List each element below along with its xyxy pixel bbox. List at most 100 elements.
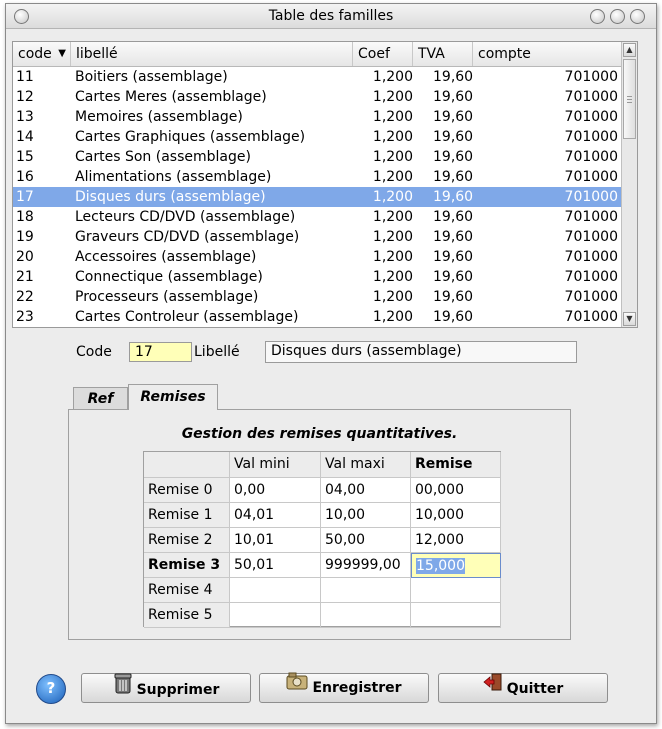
row-coef: 1,200 <box>372 149 413 165</box>
row-coef: 1,200 <box>372 249 413 265</box>
remise-edit-field[interactable]: 15,000 <box>411 553 501 578</box>
remise-row-label: Remise 2 <box>144 528 230 553</box>
table-row[interactable]: 18 Lecteurs CD/DVD (assemblage) 1,200 19,60… <box>13 207 621 227</box>
row-coef: 1,200 <box>372 229 413 245</box>
grid-column-header: Val maxi <box>321 452 411 478</box>
val-mini-cell[interactable]: 0,00 <box>230 478 321 503</box>
val-mini-cell[interactable]: 50,01 <box>230 553 321 578</box>
row-tva: 19,60 <box>433 269 474 285</box>
row-coef: 1,200 <box>372 89 413 105</box>
row-code: 12 <box>16 89 34 105</box>
row-libelle: Cartes Controleur (assemblage) <box>75 309 299 325</box>
row-code: 11 <box>16 69 34 85</box>
table-row[interactable]: 17 Disques durs (assemblage) 1,200 19,60 701… <box>13 187 621 207</box>
row-libelle: Lecteurs CD/DVD (assemblage) <box>75 209 296 225</box>
val-mini-cell[interactable] <box>230 578 321 603</box>
row-libelle: Boitiers (assemblage) <box>75 69 228 85</box>
row-tva: 19,60 <box>433 189 474 205</box>
enregistrer-label: Enregistrer <box>312 680 402 696</box>
supprimer-button[interactable]: Supprimer <box>81 673 251 703</box>
scroll-down-arrow-icon[interactable]: ▼ <box>623 312 636 326</box>
row-code: 14 <box>16 129 34 145</box>
remise-row-label: Remise 1 <box>144 503 230 528</box>
val-mini-cell[interactable]: 04,01 <box>230 503 321 528</box>
remise-row-label: Remise 4 <box>144 578 230 603</box>
table-row[interactable]: 21 Connectique (assemblage) 1,200 19,60 7010… <box>13 267 621 287</box>
minimize-button[interactable] <box>590 9 605 24</box>
table-row[interactable]: 12 Cartes Meres (assemblage) 1,200 19,60 701… <box>13 87 621 107</box>
val-mini-cell[interactable] <box>230 603 321 628</box>
val-maxi-cell[interactable]: 999999,00 <box>321 553 411 578</box>
table-row[interactable]: 23 Cartes Controleur (assemblage) 1,200 19,… <box>13 307 621 327</box>
row-compte: 701000 <box>564 89 618 105</box>
remise-cell[interactable]: 10,000 <box>411 503 501 528</box>
row-libelle: Connectique (assemblage) <box>75 269 263 285</box>
row-tva: 19,60 <box>433 249 474 265</box>
table-row[interactable]: 13 Memoires (assemblage) 1,200 19,60 701000 <box>13 107 621 127</box>
close-button[interactable] <box>630 9 645 24</box>
list-scrollbar[interactable]: ▲ ▼ <box>621 42 637 327</box>
column-header-compte[interactable]: compte <box>473 42 621 66</box>
row-coef: 1,200 <box>372 289 413 305</box>
row-compte: 701000 <box>564 289 618 305</box>
maximize-button[interactable] <box>610 9 625 24</box>
row-code: 18 <box>16 209 34 225</box>
val-maxi-cell[interactable]: 04,00 <box>321 478 411 503</box>
column-header-coef[interactable]: Coef <box>353 42 413 66</box>
val-mini-cell[interactable]: 10,01 <box>230 528 321 553</box>
row-coef: 1,200 <box>372 109 413 125</box>
row-coef: 1,200 <box>372 129 413 145</box>
table-row[interactable]: 16 Alimentations (assemblage) 1,200 19,60 70… <box>13 167 621 187</box>
row-code: 20 <box>16 249 34 265</box>
row-tva: 19,60 <box>433 229 474 245</box>
val-maxi-cell[interactable]: 50,00 <box>321 528 411 553</box>
code-field[interactable]: 17 <box>129 342 192 362</box>
row-compte: 701000 <box>564 309 618 325</box>
remises-heading: Gestion des remises quantitatives. <box>181 426 458 442</box>
window-title: Table des familles <box>268 8 394 24</box>
column-header-libelle[interactable]: libellé <box>71 42 353 66</box>
remise-cell[interactable]: 00,000 <box>411 478 501 503</box>
row-libelle: Accessoires (assemblage) <box>75 249 257 265</box>
family-list[interactable]: code ▼ libellé Coef TVA compte 11 Boitier… <box>12 41 638 328</box>
column-header-tva[interactable]: TVA <box>413 42 473 66</box>
val-maxi-cell[interactable]: 10,00 <box>321 503 411 528</box>
row-libelle: Alimentations (assemblage) <box>75 169 272 185</box>
scroll-up-arrow-icon[interactable]: ▲ <box>623 43 636 57</box>
row-libelle: Cartes Graphiques (assemblage) <box>75 129 306 145</box>
row-coef: 1,200 <box>372 69 413 85</box>
val-maxi-cell[interactable] <box>321 578 411 603</box>
quitter-button[interactable]: Quitter <box>438 673 608 703</box>
quitter-label: Quitter <box>506 681 564 697</box>
scroll-thumb[interactable] <box>623 59 636 139</box>
column-header-code[interactable]: code ▼ <box>13 42 71 66</box>
enregistrer-button[interactable]: Enregistrer <box>259 672 429 703</box>
column-header-code-label: code <box>18 46 52 62</box>
remise-cell[interactable] <box>411 603 501 628</box>
val-maxi-cell[interactable] <box>321 603 411 628</box>
row-tva: 19,60 <box>433 89 474 105</box>
remise-cell[interactable] <box>411 578 501 603</box>
table-row[interactable]: 19 Graveurs CD/DVD (assemblage) 1,200 19,60… <box>13 227 621 247</box>
row-compte: 701000 <box>564 229 618 245</box>
table-row[interactable]: 15 Cartes Son (assemblage) 1,200 19,60 70100… <box>13 147 621 167</box>
table-row[interactable]: 20 Accessoires (assemblage) 1,200 19,60 7010… <box>13 247 621 267</box>
tab-remises[interactable]: Remises <box>128 384 218 410</box>
tab-ref[interactable]: Ref <box>73 387 128 410</box>
sort-chevron-down-icon: ▼ <box>58 48 66 59</box>
row-libelle: Processeurs (assemblage) <box>75 289 259 305</box>
grid-column-header: Val mini <box>230 452 321 478</box>
list-header: code ▼ libellé Coef TVA compte <box>13 42 621 67</box>
help-button[interactable]: ? <box>36 674 66 704</box>
table-row[interactable]: 22 Processeurs (assemblage) 1,200 19,60 7010… <box>13 287 621 307</box>
grid-corner <box>144 452 230 478</box>
row-code: 15 <box>16 149 34 165</box>
libelle-field[interactable]: Disques durs (assemblage) <box>265 341 577 363</box>
row-code: 16 <box>16 169 34 185</box>
supprimer-label: Supprimer <box>136 682 220 698</box>
remise-cell[interactable]: 12,000 <box>411 528 501 553</box>
remise-row-label: Remise 5 <box>144 603 230 628</box>
table-row[interactable]: 11 Boitiers (assemblage) 1,200 19,60 701000 <box>13 67 621 87</box>
row-coef: 1,200 <box>372 309 413 325</box>
table-row[interactable]: 14 Cartes Graphiques (assemblage) 1,200 19,… <box>13 127 621 147</box>
